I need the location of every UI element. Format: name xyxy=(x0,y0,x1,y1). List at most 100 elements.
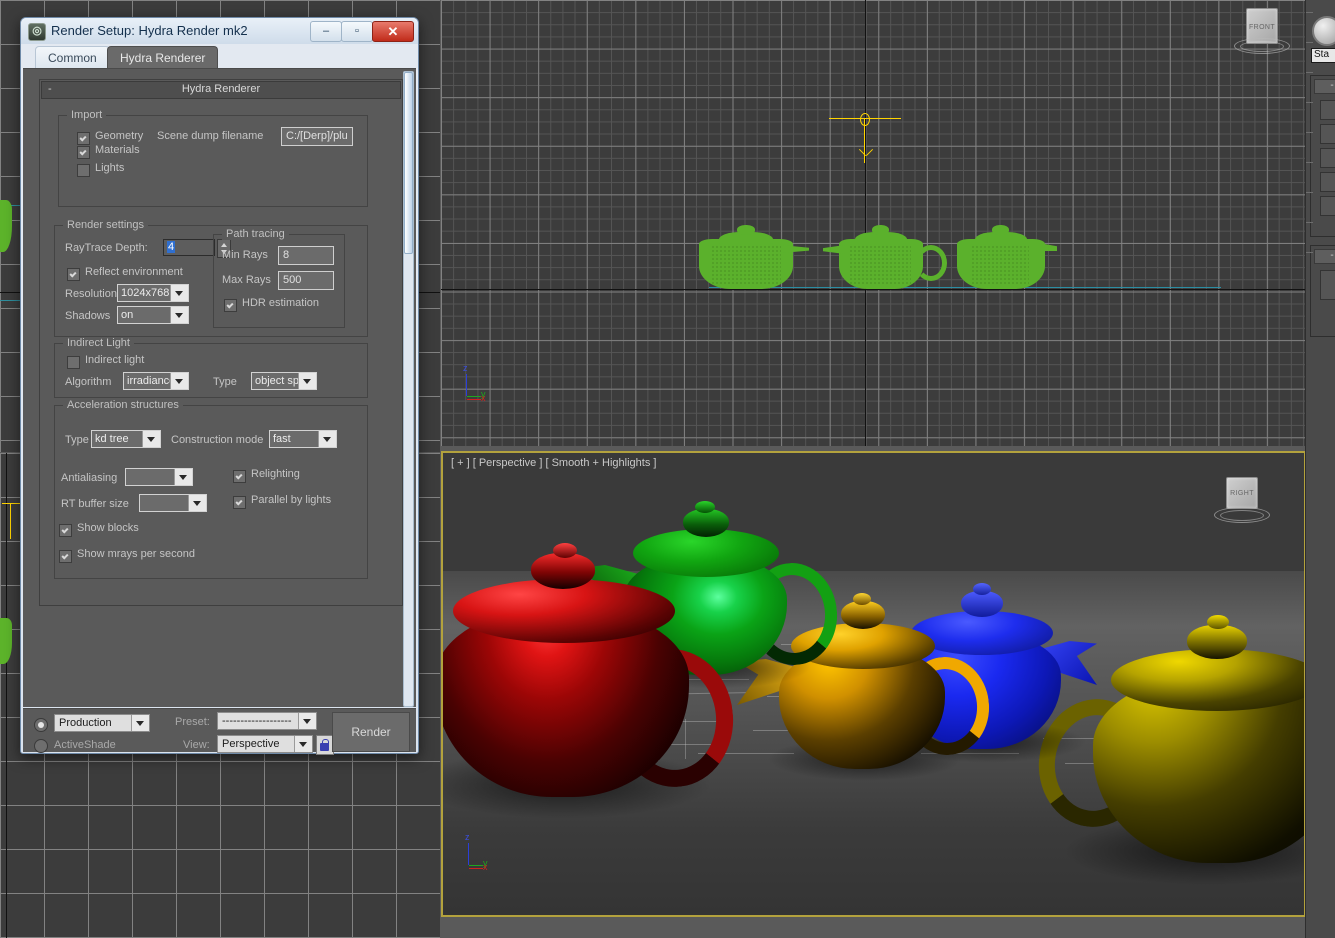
preset-dropdown[interactable]: ------------------- xyxy=(217,712,317,730)
panel-button[interactable] xyxy=(1320,100,1335,120)
rt-buffer-size-dropdown[interactable] xyxy=(139,494,207,512)
label-accel-type: Type xyxy=(65,434,89,446)
viewcube-right[interactable]: RIGHT xyxy=(1214,475,1268,529)
label-show-mrays: Show mrays per second xyxy=(77,548,195,560)
max-rays-input[interactable]: 500 xyxy=(278,271,334,290)
panel-button[interactable] xyxy=(1320,172,1335,192)
checkbox-geometry[interactable] xyxy=(77,132,90,145)
command-panel[interactable]: Sta - - xyxy=(1305,0,1335,938)
chevron-down-icon[interactable] xyxy=(318,431,336,447)
group-acceleration-structures: Acceleration structures Type kd tree Con… xyxy=(54,405,368,579)
teapot-wireframe-3[interactable] xyxy=(949,225,1057,290)
render-mode-dropdown[interactable]: Production xyxy=(54,714,150,732)
rollout-collapse-icon[interactable]: - xyxy=(48,82,52,97)
chevron-down-icon[interactable] xyxy=(298,373,316,389)
max-logo-icon: ◎ xyxy=(28,23,46,41)
scene-dump-filename-input[interactable]: C:/[Derp]/plu xyxy=(281,127,353,146)
viewport-perspective[interactable]: [ + ] [ Perspective ] [ Smooth + Highlig… xyxy=(441,451,1306,917)
axis-label-x: x xyxy=(481,393,486,403)
viewcube-front[interactable]: FRONT xyxy=(1234,6,1288,60)
panel-button[interactable] xyxy=(1320,270,1335,300)
rollout-header[interactable]: - Hydra Renderer xyxy=(41,81,401,99)
direct-light-gizmo[interactable] xyxy=(829,108,901,166)
label-max-rays: Max Rays xyxy=(222,274,271,286)
shadows-dropdown[interactable]: on xyxy=(117,306,189,324)
label-resolution: Resolution xyxy=(65,288,117,300)
radio-activeshade[interactable] xyxy=(34,739,48,753)
checkbox-parallel-by-lights[interactable] xyxy=(233,496,246,509)
render-mode-value: Production xyxy=(59,715,135,731)
viewport-front[interactable]: FRONT z y x xyxy=(441,0,1306,446)
algorithm-dropdown[interactable]: irradiance xyxy=(123,372,189,390)
checkbox-show-mrays[interactable] xyxy=(59,550,72,563)
label-shadows: Shadows xyxy=(65,310,110,322)
radio-production[interactable] xyxy=(34,718,48,732)
chevron-down-icon[interactable] xyxy=(131,715,149,731)
label-indirect-light: Indirect light xyxy=(85,354,144,366)
view-dropdown[interactable]: Perspective xyxy=(217,735,313,753)
preset-value: ------------------- xyxy=(222,713,302,729)
label-construction-mode: Construction mode xyxy=(171,434,263,446)
checkbox-lights[interactable] xyxy=(77,164,90,177)
render-setup-dialog[interactable]: ◎ Render Setup: Hydra Render mk2 – ▫ ✕ C… xyxy=(20,17,419,754)
color-swatch-icon[interactable] xyxy=(1312,16,1335,46)
checkbox-indirect-light[interactable] xyxy=(67,356,80,369)
dialog-tabstrip[interactable]: Common Hydra Renderer xyxy=(21,44,418,68)
chevron-down-icon[interactable] xyxy=(170,285,188,301)
close-button[interactable]: ✕ xyxy=(372,21,414,42)
checkbox-relighting[interactable] xyxy=(233,470,246,483)
chevron-down-icon[interactable] xyxy=(294,736,312,752)
chevron-down-icon[interactable] xyxy=(174,469,192,485)
axis-label-z: z xyxy=(465,832,470,842)
chevron-down-icon[interactable] xyxy=(298,713,316,729)
label-indirect-type: Type xyxy=(213,376,237,388)
axis-tripod-perspective: z y x xyxy=(463,837,503,877)
tab-common[interactable]: Common xyxy=(35,46,110,69)
dialog-scroll-panel[interactable]: - Hydra Renderer Import Geometry Materia… xyxy=(23,68,416,707)
indirect-type-dropdown[interactable]: object spa xyxy=(251,372,317,390)
rollout-hydra-renderer[interactable]: - Hydra Renderer Import Geometry Materia… xyxy=(39,79,403,606)
construction-mode-dropdown[interactable]: fast xyxy=(269,430,337,448)
label-lights: Lights xyxy=(95,162,124,174)
rollout-toggle-icon[interactable]: - xyxy=(1314,79,1335,94)
chevron-down-icon[interactable] xyxy=(188,495,206,511)
object-name-field[interactable]: Sta xyxy=(1311,48,1335,63)
label-scene-dump-filename: Scene dump filename xyxy=(157,130,263,142)
accel-type-dropdown[interactable]: kd tree xyxy=(91,430,161,448)
panel-scrollbar[interactable] xyxy=(403,71,414,707)
command-panel-rollout-2[interactable]: - xyxy=(1310,245,1335,337)
panel-button[interactable] xyxy=(1320,196,1335,216)
antialiasing-dropdown[interactable] xyxy=(125,468,193,486)
teapot-wireframe-2[interactable] xyxy=(823,225,941,290)
checkbox-reflect-environment[interactable] xyxy=(67,268,80,281)
dialog-titlebar[interactable]: ◎ Render Setup: Hydra Render mk2 – ▫ ✕ xyxy=(21,18,418,45)
min-rays-input[interactable]: 8 xyxy=(278,246,334,265)
checkbox-materials[interactable] xyxy=(77,146,90,159)
scrollbar-thumb[interactable] xyxy=(404,72,413,254)
label-parallel-by-lights: Parallel by lights xyxy=(251,494,331,506)
panel-button[interactable] xyxy=(1320,148,1335,168)
checkbox-show-blocks[interactable] xyxy=(59,524,72,537)
viewport-label-perspective[interactable]: [ + ] [ Perspective ] [ Smooth + Highlig… xyxy=(451,457,656,469)
accel-type-value: kd tree xyxy=(95,431,147,447)
maximize-button[interactable]: ▫ xyxy=(341,21,373,42)
command-panel-rollout-1[interactable]: - xyxy=(1310,75,1335,237)
tab-hydra-renderer[interactable]: Hydra Renderer xyxy=(107,46,218,69)
close-icon: ✕ xyxy=(373,22,413,41)
axis-label-z: z xyxy=(463,363,468,373)
resolution-dropdown[interactable]: 1024x768 xyxy=(117,284,189,302)
teapot-wireframe-1[interactable] xyxy=(699,225,809,290)
render-button[interactable]: Render xyxy=(332,712,410,752)
minimize-button[interactable]: – xyxy=(310,21,342,42)
label-view: View: xyxy=(183,739,210,751)
panel-button[interactable] xyxy=(1320,124,1335,144)
raytrace-depth-input[interactable]: 4 xyxy=(163,239,215,256)
chevron-down-icon[interactable] xyxy=(170,373,188,389)
chevron-down-icon[interactable] xyxy=(170,307,188,323)
axis-label-x: x xyxy=(483,862,488,872)
label-relighting: Relighting xyxy=(251,468,300,480)
rollout-toggle-icon[interactable]: - xyxy=(1314,249,1335,264)
viewcube-box[interactable]: RIGHT xyxy=(1226,477,1258,509)
chevron-down-icon[interactable] xyxy=(142,431,160,447)
checkbox-hdr-estimation[interactable] xyxy=(224,299,237,312)
